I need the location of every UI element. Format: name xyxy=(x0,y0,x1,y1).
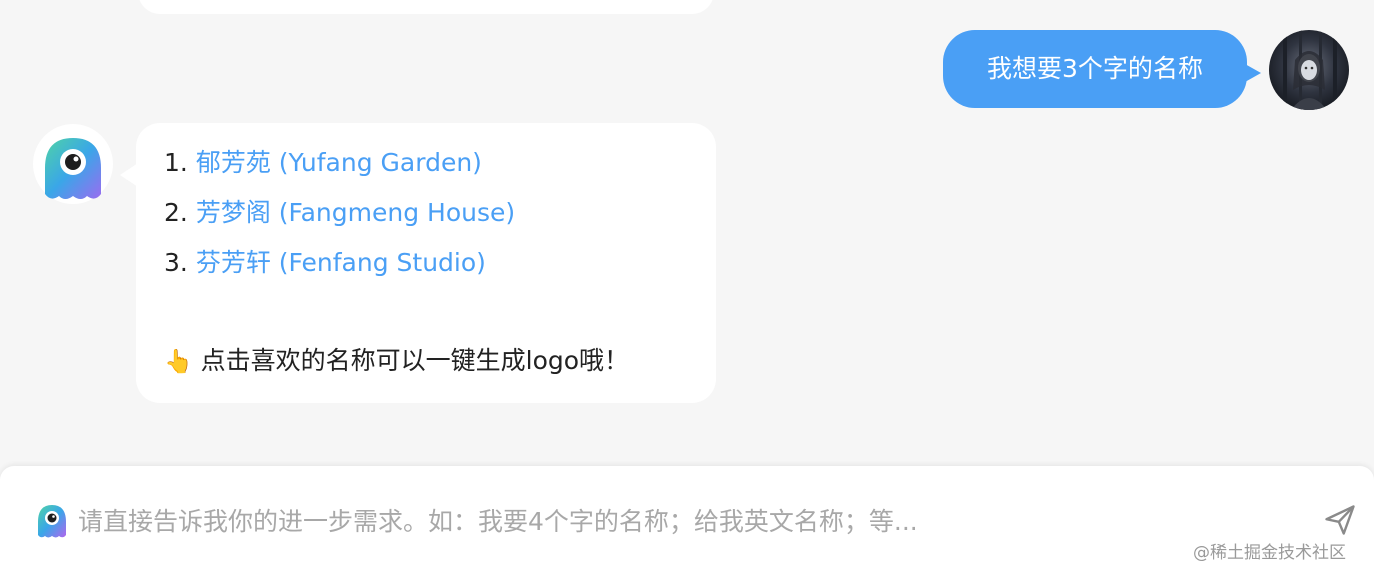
name-suggestion-3: 3. 芬芳轩 (Fenfang Studio) xyxy=(164,245,716,295)
pointing-hand-icon: 👆 xyxy=(164,349,193,375)
list-number: 1. xyxy=(164,148,188,177)
chat-page: 我想要3个字的名称 1. 郁芳苑 (Yufang Garden) 2. 芳梦阁 … xyxy=(0,0,1374,580)
name-suggestion-link[interactable]: 郁芳苑 (Yufang Garden) xyxy=(196,148,482,177)
previous-message-bubble xyxy=(138,0,714,14)
user-avatar-image xyxy=(1269,30,1349,110)
bot-avatar xyxy=(33,124,113,204)
list-number: 3. xyxy=(164,248,188,277)
ghost-mascot-icon xyxy=(45,138,101,199)
send-icon[interactable] xyxy=(1322,502,1358,538)
watermark: @稀土掘金技术社区 xyxy=(1193,543,1346,563)
ghost-mascot-icon xyxy=(38,505,66,538)
tip-line: 👆 点击喜欢的名称可以一键生成logo哦！ xyxy=(164,341,629,382)
name-suggestion-link[interactable]: 芳梦阁 (Fangmeng House) xyxy=(196,198,515,227)
message-input[interactable] xyxy=(76,500,1300,542)
name-suggestion-2: 2. 芳梦阁 (Fangmeng House) xyxy=(164,195,716,245)
bot-message-bubble: 1. 郁芳苑 (Yufang Garden) 2. 芳梦阁 (Fangmeng … xyxy=(120,123,716,403)
message-input-bar: @稀土掘金技术社区 xyxy=(0,466,1374,580)
tip-text: 点击喜欢的名称可以一键生成logo哦！ xyxy=(200,346,630,375)
name-suggestion-link[interactable]: 芬芳轩 (Fenfang Studio) xyxy=(196,248,486,277)
name-suggestion-1: 1. 郁芳苑 (Yufang Garden) xyxy=(164,145,716,195)
user-message-bubble: 我想要3个字的名称 xyxy=(943,30,1261,108)
list-number: 2. xyxy=(164,198,188,227)
user-message-text: 我想要3个字的名称 xyxy=(987,54,1203,83)
user-avatar[interactable] xyxy=(1269,30,1349,110)
